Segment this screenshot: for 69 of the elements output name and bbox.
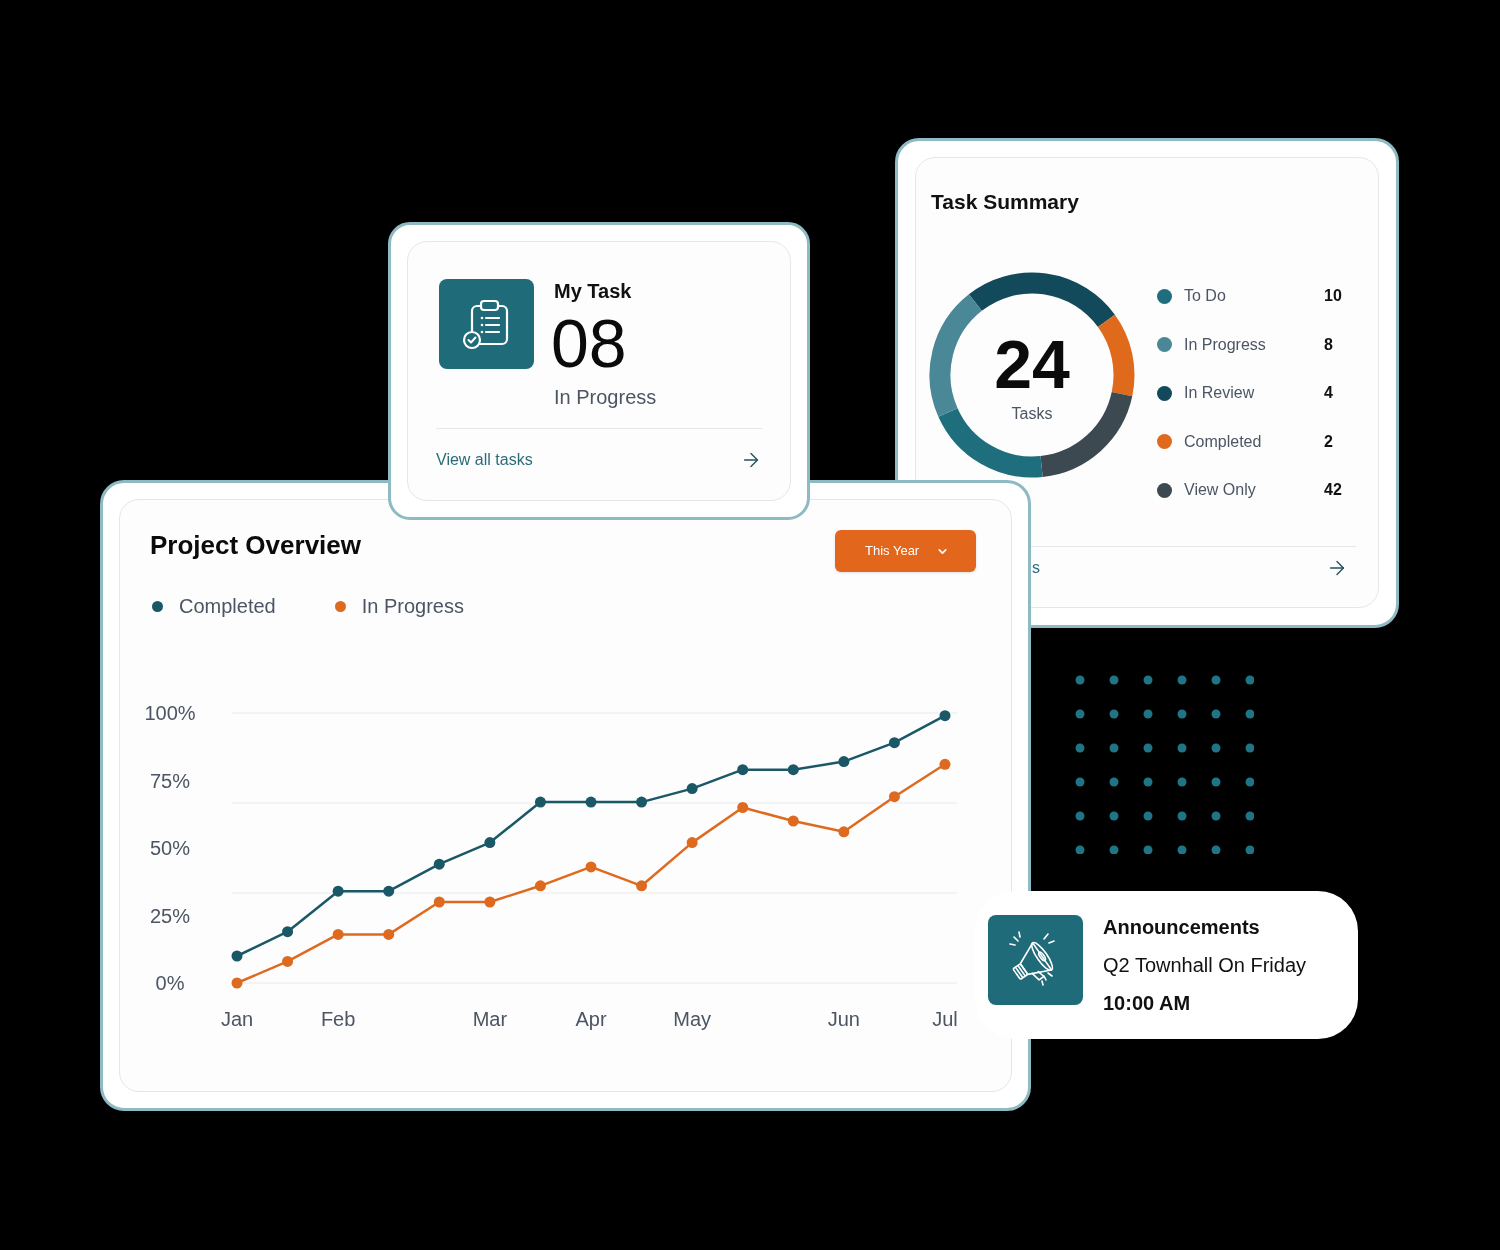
data-point <box>332 928 344 940</box>
data-point <box>282 926 294 938</box>
data-point <box>686 837 698 849</box>
data-point <box>534 796 546 808</box>
legend-value: 4 <box>1324 383 1333 403</box>
legend-value: 2 <box>1324 431 1333 452</box>
view-all-tasks-link[interactable]: View all tasks <box>436 448 533 472</box>
legend-value: 42 <box>1324 480 1342 500</box>
megaphone-icon <box>988 915 1083 1005</box>
data-point <box>838 756 850 768</box>
announcement-title: Announcements <box>1103 915 1260 940</box>
legend-label: In Review <box>1184 383 1256 403</box>
total-count: 24 <box>994 330 1070 398</box>
x-axis-label: Mar <box>472 1008 508 1030</box>
data-point <box>939 710 951 722</box>
x-axis-label: Jan <box>220 1008 254 1030</box>
y-axis-label: 25% <box>150 904 190 927</box>
data-point <box>534 880 546 892</box>
data-point <box>585 861 597 873</box>
data-point <box>433 858 445 870</box>
y-axis-label: 75% <box>150 769 190 792</box>
y-axis-label: 100% <box>144 702 196 724</box>
data-point <box>383 928 395 940</box>
data-point <box>231 950 243 962</box>
announcement-text: Q2 Townhall On Friday <box>1103 953 1307 978</box>
period-dropdown[interactable]: This Year <box>835 530 976 572</box>
y-axis-label: 0% <box>155 972 185 994</box>
data-point <box>332 885 344 897</box>
legend-label: To Do <box>1184 286 1227 306</box>
data-point <box>636 796 648 808</box>
task-status: In Progress <box>554 385 657 409</box>
x-axis-label: Jul <box>932 1008 958 1030</box>
data-point <box>787 815 799 827</box>
card-title: My Task <box>554 279 632 303</box>
legend-value: 10 <box>1324 286 1342 306</box>
task-count: 08 <box>551 309 627 377</box>
data-point <box>686 783 698 795</box>
data-point <box>383 885 395 897</box>
legend-label: Completed <box>1184 431 1263 452</box>
data-point <box>636 880 648 892</box>
announcement-time: 10:00 AM <box>1103 991 1191 1016</box>
legend-label: In Progress <box>361 594 464 619</box>
x-axis-label: Jun <box>827 1008 860 1030</box>
legend-label: In Progress <box>1184 334 1267 355</box>
data-point <box>231 977 243 989</box>
clipboard-icon <box>439 279 534 369</box>
data-point <box>737 802 749 813</box>
data-point <box>737 764 749 776</box>
x-axis-label: May <box>673 1008 712 1030</box>
data-point <box>585 796 597 808</box>
x-axis-label: Feb <box>320 1008 356 1030</box>
data-point <box>787 764 799 776</box>
data-point <box>282 955 294 967</box>
card-title: Task Summary <box>931 189 1079 215</box>
legend-label: Completed <box>179 594 276 619</box>
data-point <box>888 737 900 749</box>
total-label: Tasks <box>1011 404 1053 424</box>
y-axis-label: 50% <box>150 837 190 859</box>
data-point <box>484 896 496 908</box>
legend-value: 8 <box>1324 334 1333 355</box>
footer-link[interactable]: s <box>1032 556 1040 580</box>
data-point <box>433 896 445 908</box>
legend-label: View Only <box>1184 480 1257 500</box>
data-point <box>939 758 951 770</box>
data-point <box>484 837 496 849</box>
x-axis-label: Apr <box>575 1008 607 1030</box>
data-point <box>888 791 900 803</box>
card-title: Project Overview <box>150 530 361 560</box>
data-point <box>838 826 850 838</box>
